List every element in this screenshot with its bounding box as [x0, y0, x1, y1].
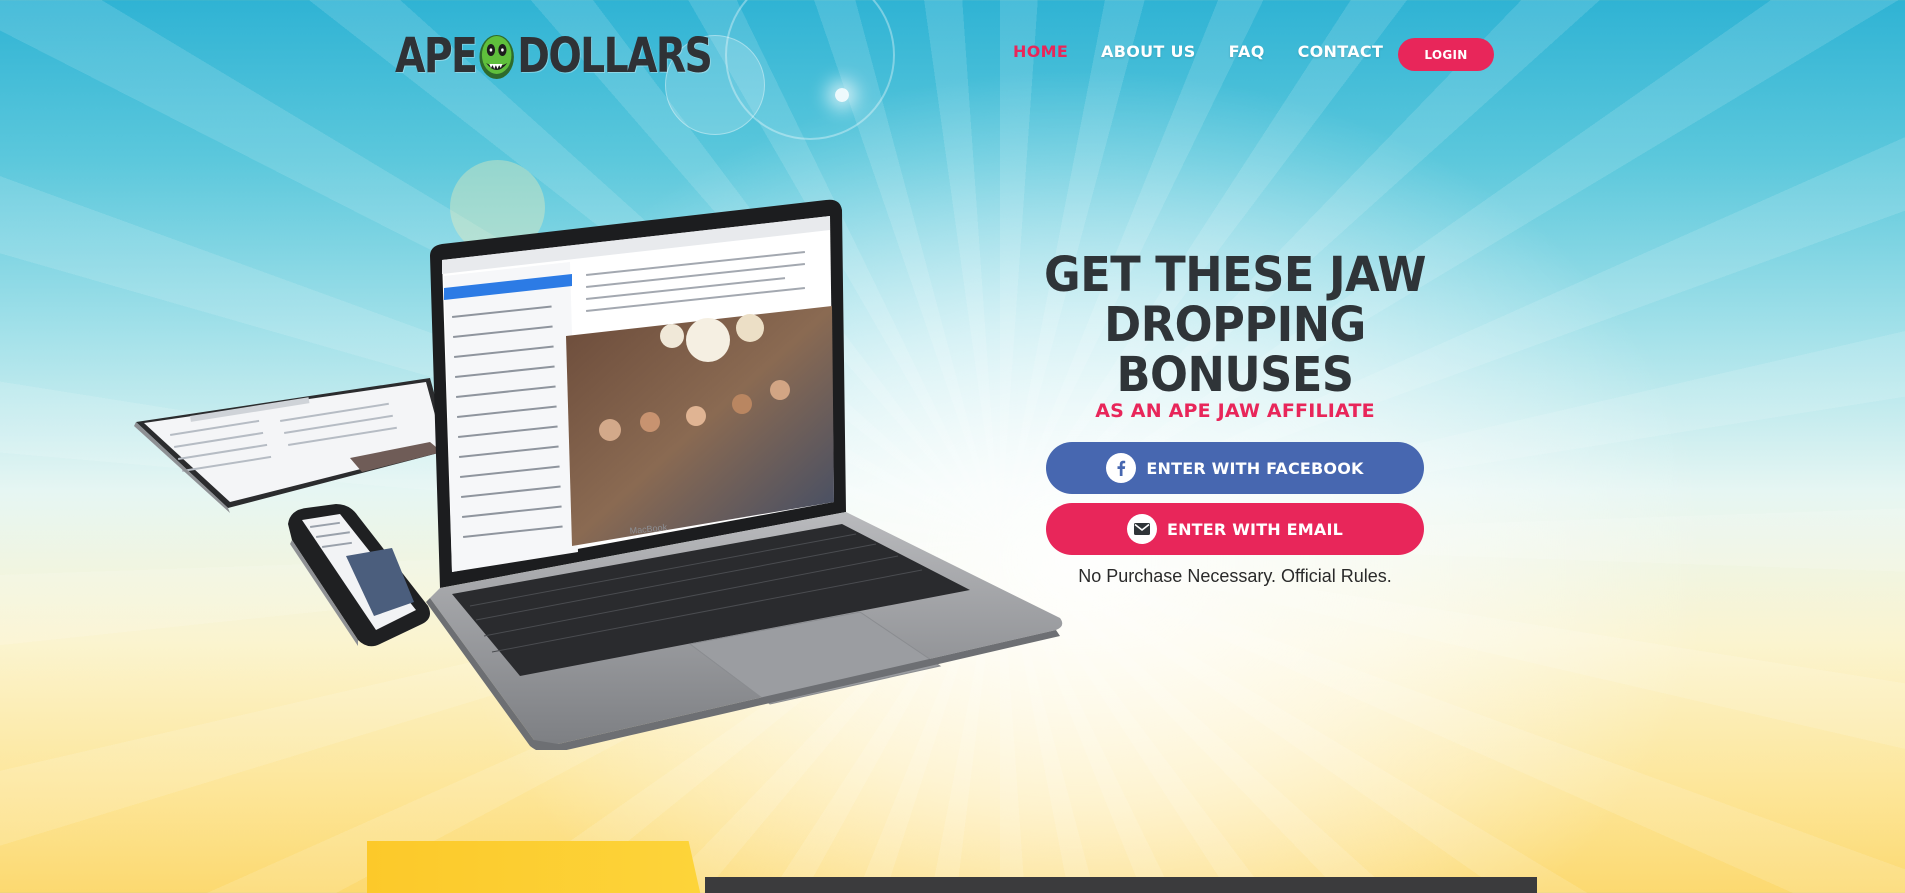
hero-title-line2: DROPPING BONUSES [1104, 297, 1366, 403]
facebook-icon [1106, 453, 1137, 483]
enter-with-facebook-button[interactable]: ENTER WITH FACEBOOK [1046, 442, 1424, 494]
main-nav: HOME ABOUT US FAQ CONTACT [1013, 42, 1416, 61]
tablet-device [134, 378, 450, 513]
phone-device [288, 504, 430, 647]
email-button-label: ENTER WITH EMAIL [1166, 519, 1344, 539]
hero-subtitle: AS AN APE JAW AFFILIATE [1095, 400, 1375, 422]
ape-mascot-icon [479, 35, 515, 79]
logo-text-right: DOLLARS [517, 28, 713, 84]
bottom-section-yellow-tab [367, 841, 702, 893]
hero-section: GET THESE JAW DROPPING BONUSES AS AN APE… [960, 250, 1510, 587]
nav-item-faq[interactable]: FAQ [1229, 42, 1265, 61]
envelope-icon [1126, 514, 1157, 544]
login-button[interactable]: LOGIN [1398, 38, 1494, 71]
official-rules-text[interactable]: No Purchase Necessary. Official Rules. [960, 566, 1510, 587]
facebook-button-label: ENTER WITH FACEBOOK [1146, 458, 1364, 478]
nav-item-about-us[interactable]: ABOUT US [1101, 42, 1196, 61]
devices-illustration: MacBook [134, 199, 1063, 750]
site-header: APE DOLLARS HOME ABOUT US FAQ CONTACT LO… [0, 0, 1905, 110]
logo-text-left: APE [395, 28, 478, 84]
nav-item-contact[interactable]: CONTACT [1298, 42, 1384, 61]
hero-title: GET THESE JAW DROPPING BONUSES [979, 250, 1491, 400]
site-logo[interactable]: APE DOLLARS [395, 28, 713, 84]
hero-title-line1: GET THESE JAW [1044, 247, 1426, 303]
enter-with-email-button[interactable]: ENTER WITH EMAIL [1046, 503, 1424, 555]
nav-item-home[interactable]: HOME [1013, 42, 1068, 61]
bottom-section-dark-bar [705, 877, 1537, 893]
